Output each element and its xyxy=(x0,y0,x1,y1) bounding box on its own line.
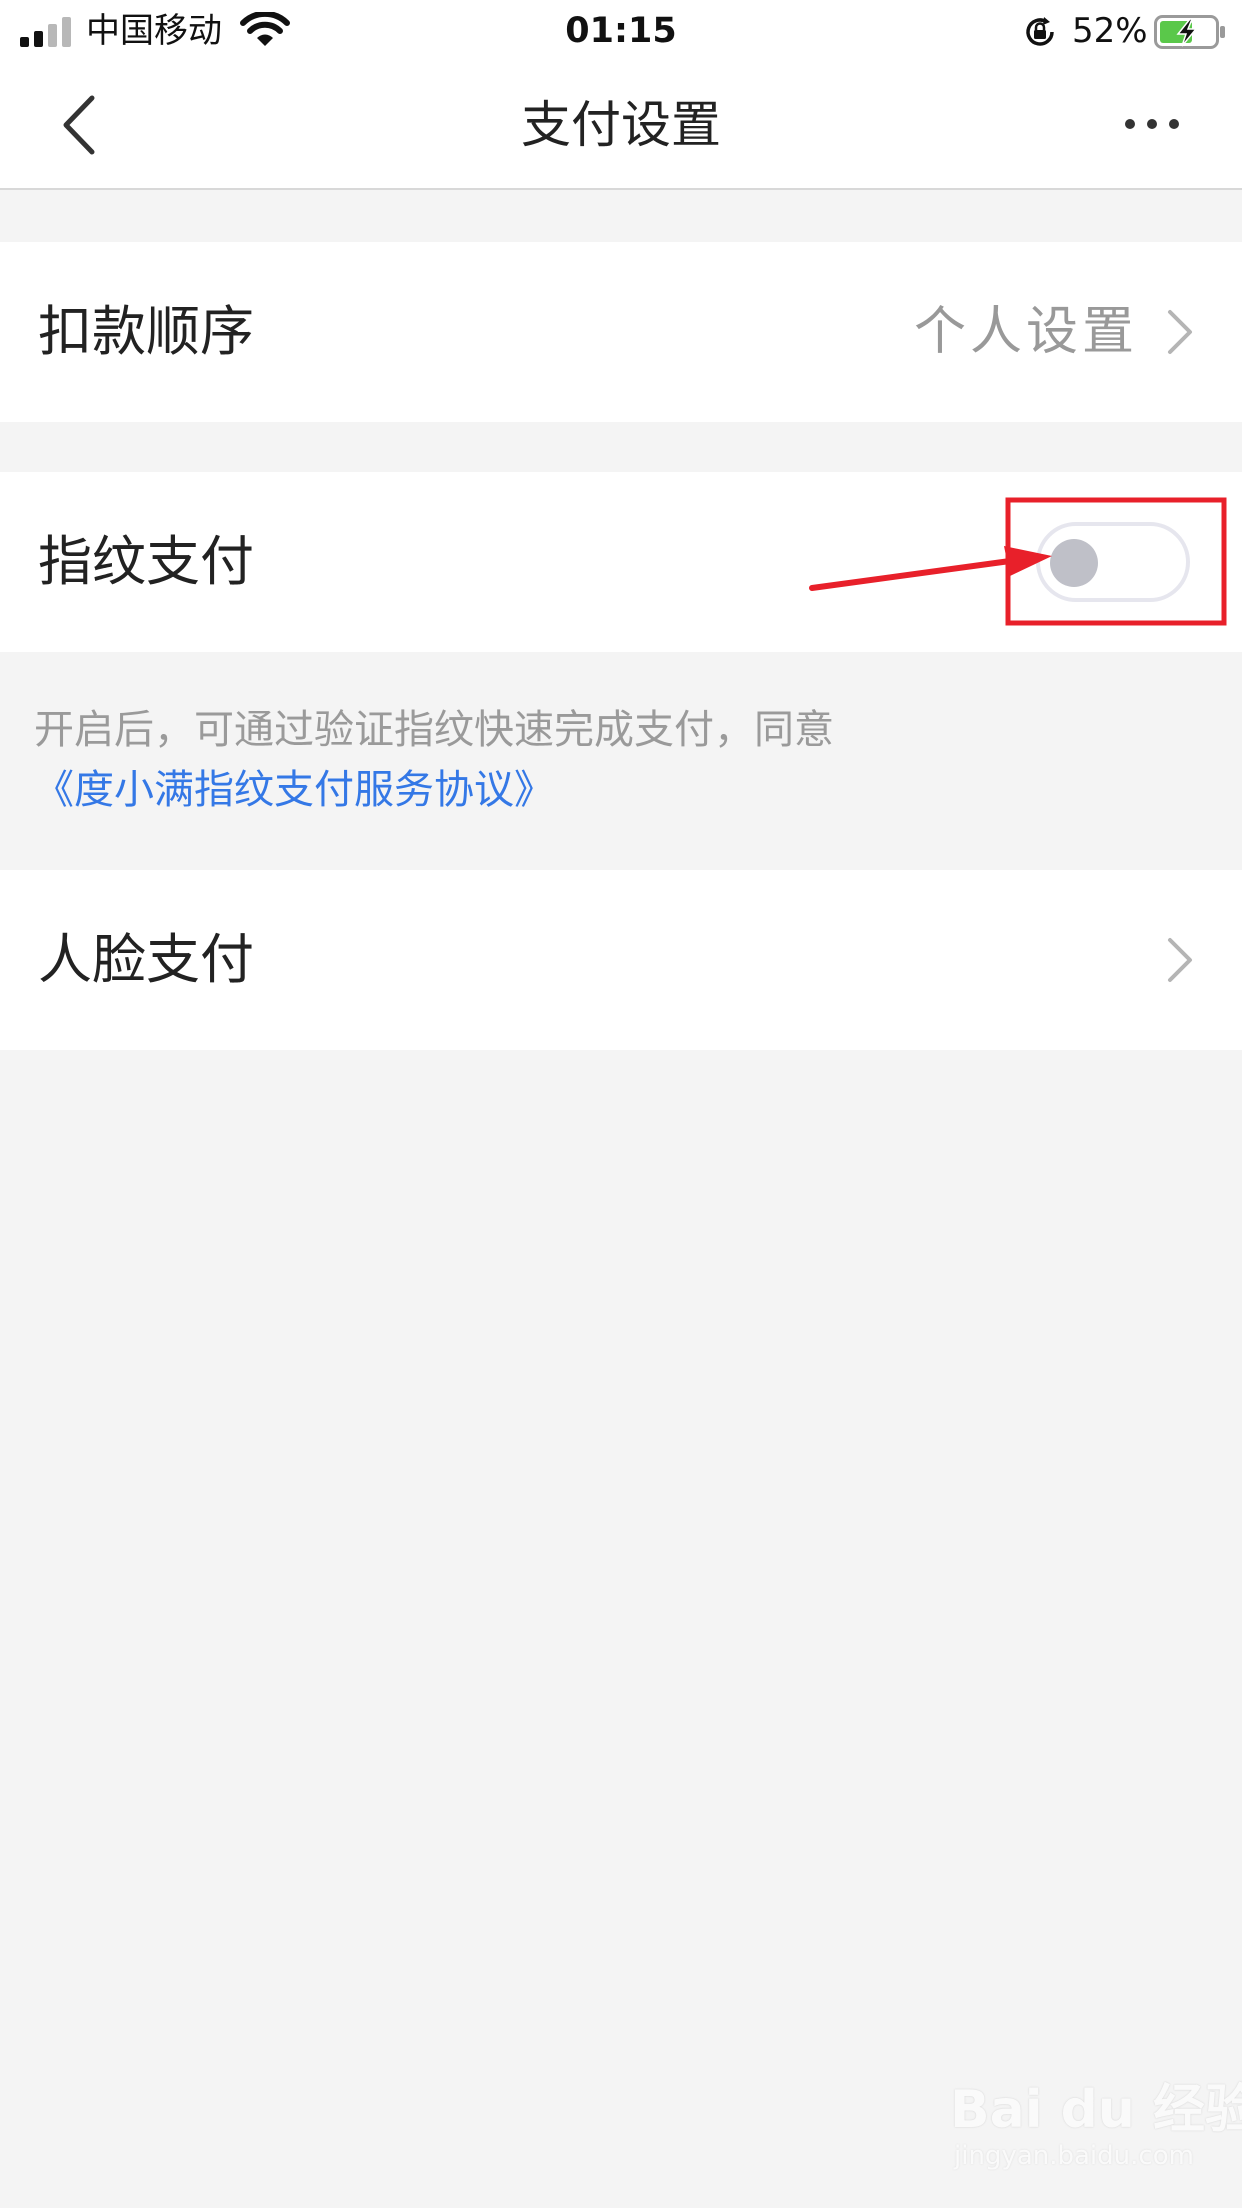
chevron-right-icon xyxy=(1168,310,1192,354)
more-icon[interactable] xyxy=(1120,104,1184,144)
deduct-order-label: 扣款顺序 xyxy=(38,300,254,363)
fingerprint-pay-label: 指纹支付 xyxy=(38,530,254,593)
settings-row-deduct-order[interactable]: 扣款顺序 个人设置 xyxy=(0,242,1242,422)
nav-bar: 支付设置 xyxy=(0,62,1242,190)
baidu-watermark: Bai du 经验 jingyan.baidu.com xyxy=(950,2070,1242,2180)
status-bar: 中国移动 01:15 52% xyxy=(0,0,1242,62)
settings-row-face-pay[interactable]: 人脸支付 xyxy=(0,870,1242,1050)
watermark-main: Bai du 经验 xyxy=(950,2080,1242,2140)
rotation-lock-icon xyxy=(1026,17,1054,46)
settings-row-fingerprint-pay: 指纹支付 xyxy=(0,472,1242,652)
chevron-right-icon xyxy=(1168,938,1192,982)
watermark-sub: jingyan.baidu.com xyxy=(954,2141,1194,2171)
fingerprint-agreement-link[interactable]: 《度小满指纹支付服务协议》 xyxy=(34,760,1214,820)
fingerprint-hint: 开启后，可通过验证指纹快速完成支付，同意 《度小满指纹支付服务协议》 xyxy=(34,700,1214,820)
deduct-order-value: 个人设置 xyxy=(913,302,1138,362)
battery-percent: 52% xyxy=(1072,11,1148,51)
toggle-knob xyxy=(1050,539,1098,587)
face-pay-label: 人脸支付 xyxy=(38,928,254,991)
fingerprint-pay-toggle[interactable] xyxy=(1036,522,1190,602)
fingerprint-hint-text: 开启后，可通过验证指纹快速完成支付，同意 xyxy=(34,707,834,753)
page-title: 支付设置 xyxy=(521,96,721,154)
battery-charging-icon xyxy=(1154,15,1225,49)
